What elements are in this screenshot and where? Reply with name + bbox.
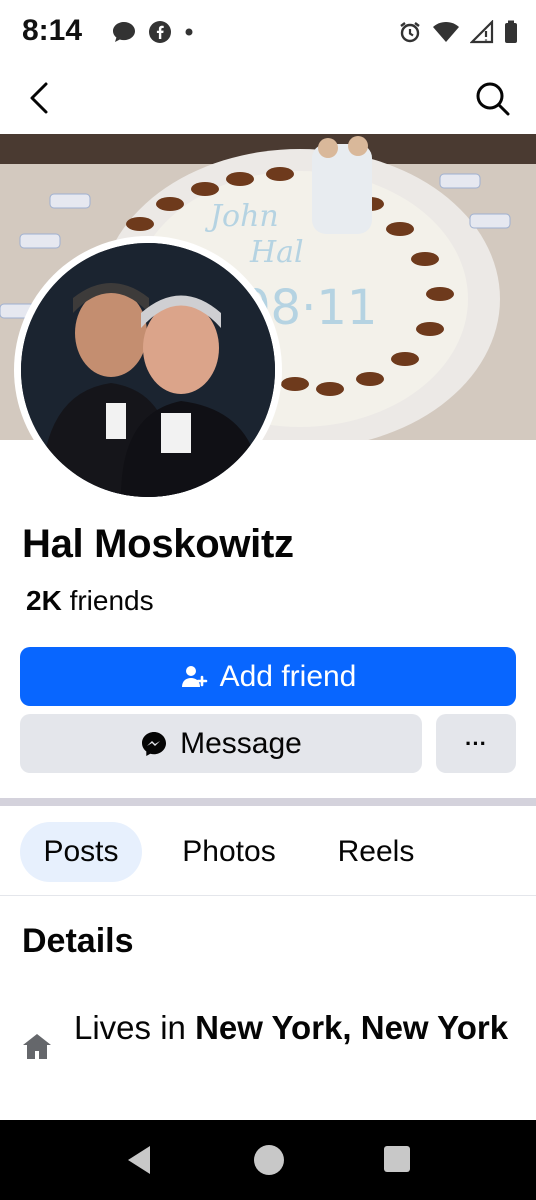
cake-text-1: John <box>204 199 279 234</box>
nav-back-icon[interactable] <box>124 1144 154 1176</box>
profile-name: Hal Moskowitz <box>22 522 294 566</box>
chevron-left-icon <box>30 82 48 114</box>
tab-photos[interactable]: Photos <box>160 822 298 882</box>
facebook-icon <box>149 21 171 43</box>
profile-tabs: Posts Photos Reels <box>0 806 536 896</box>
add-friend-button[interactable]: Add friend <box>20 647 516 706</box>
message-button[interactable]: Message <box>20 714 422 773</box>
messenger-icon <box>142 731 167 756</box>
message-label: Message <box>180 726 302 760</box>
friends-label: friends <box>69 585 154 616</box>
tab-posts[interactable]: Posts <box>20 822 142 882</box>
status-right-icons <box>398 20 518 44</box>
add-person-icon <box>181 665 207 687</box>
battery-icon <box>505 20 517 43</box>
back-button[interactable] <box>22 78 62 118</box>
system-nav-bar <box>0 1120 536 1200</box>
chat-bubble-icon <box>113 22 135 42</box>
status-time: 8:14 <box>22 14 83 47</box>
nav-recents-icon[interactable] <box>384 1146 410 1172</box>
profile-avatar[interactable] <box>14 236 282 504</box>
more-options-button[interactable]: ··· <box>436 714 516 773</box>
lives-in-prefix: Lives in <box>74 1009 186 1046</box>
wifi-icon <box>433 22 459 42</box>
friends-count-line[interactable]: 2K friends <box>26 585 154 617</box>
lives-in-location[interactable]: New York, New York <box>195 1009 508 1046</box>
home-icon <box>23 1034 51 1059</box>
cake-text-2: Hal <box>249 235 304 270</box>
section-divider <box>0 798 536 806</box>
nav-home-icon[interactable] <box>254 1145 284 1175</box>
signal-icon <box>470 20 494 44</box>
tab-reels[interactable]: Reels <box>320 822 432 882</box>
dot-icon <box>185 28 193 36</box>
search-button[interactable] <box>472 78 512 118</box>
more-options-icon: ··· <box>465 730 487 756</box>
alarm-icon <box>400 22 420 43</box>
friends-count: 2K <box>26 585 62 616</box>
status-left-icons <box>112 20 194 44</box>
add-friend-label: Add friend <box>219 659 357 693</box>
status-bar: 8:14 <box>0 0 536 66</box>
lives-in-text: Lives in New York, New York <box>74 1006 514 1050</box>
avatar-image <box>21 243 275 497</box>
search-icon <box>476 82 510 116</box>
details-title: Details <box>22 922 134 960</box>
topbar <box>0 66 536 134</box>
